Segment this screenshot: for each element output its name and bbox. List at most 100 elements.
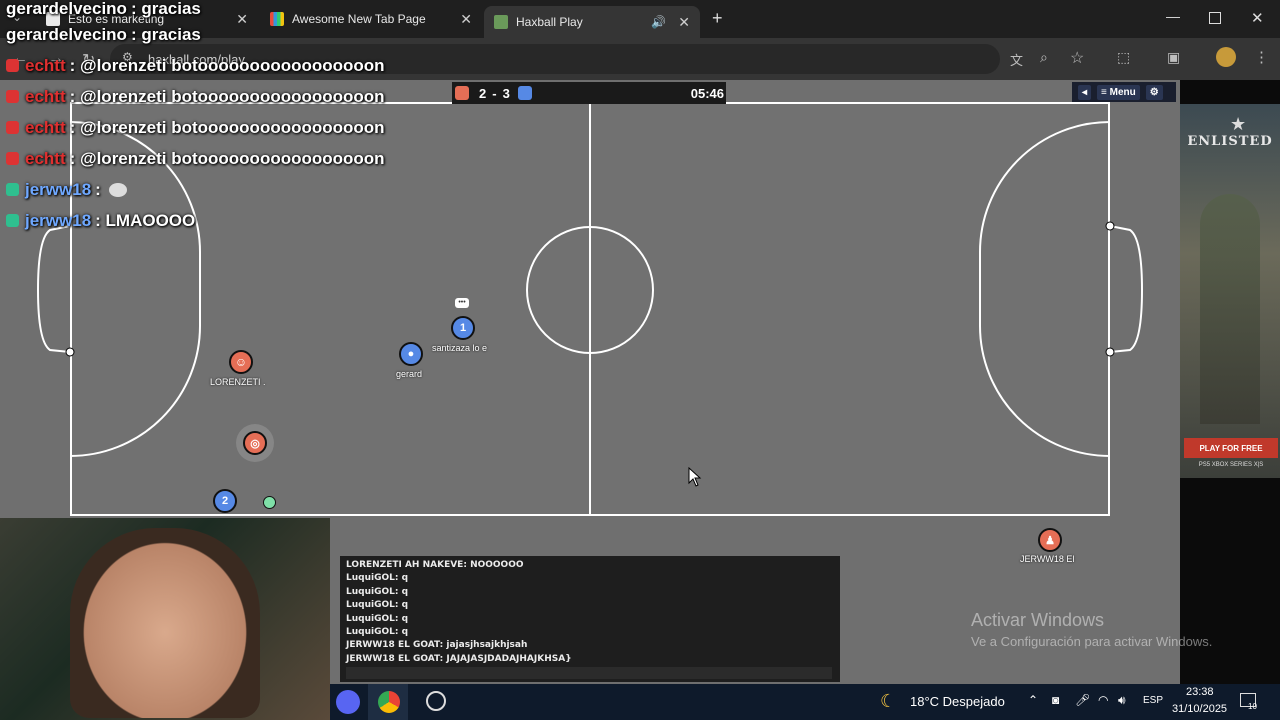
moon-weather-icon: ☾ xyxy=(880,691,897,711)
player-disc: ● xyxy=(399,342,423,366)
chrome-icon xyxy=(378,691,400,713)
haxball-icon xyxy=(494,15,508,29)
game-menu-bar: ◂ ≡ Menu ⚙ xyxy=(1072,82,1176,102)
weather-text[interactable]: 18°C Despejado xyxy=(910,694,1005,709)
ad-banner[interactable]: ENLISTED ★ PLAY FOR FREE PS5 XBOX SERIES… xyxy=(1180,104,1280,478)
game-chat-input[interactable] xyxy=(346,667,832,679)
stream-chat-message: jerww18: xyxy=(6,174,385,205)
stream-chat-message: echtt: @lorenzeti botooooooooooooooooon xyxy=(6,143,385,174)
speaker-icon[interactable]: 🔊 xyxy=(651,15,666,29)
taskbar-chrome-active[interactable] xyxy=(368,684,408,720)
youtube-badge-icon xyxy=(6,59,19,72)
chat-username: echtt xyxy=(25,117,66,137)
chat-text: : gracias xyxy=(130,0,201,18)
menu-label: Menu xyxy=(1109,86,1136,98)
cast-icon[interactable]: ▣ xyxy=(1167,49,1180,66)
ad-brand: ENLISTED xyxy=(1187,134,1273,149)
minimize-icon[interactable]: — xyxy=(1166,8,1180,24)
player-disc: 2 xyxy=(213,489,237,513)
player-disc: 1 xyxy=(451,316,475,340)
chat-username: gerardelvecino xyxy=(6,25,127,44)
bookmark-star-icon[interactable]: ☆ xyxy=(1070,48,1084,68)
chat-line: JERWW18 EL GOAT: JAJAJASJDADAJHAJKHSA} xyxy=(346,653,572,664)
avatar-target-icon: ◎ xyxy=(250,437,260,450)
chat-line: LORENZETI AH NAKEVE: NOOOOOO xyxy=(346,560,524,570)
chat-text: : @lorenzeti botooooooooooooooooon xyxy=(69,55,385,75)
back-arrow-icon[interactable]: ◂ xyxy=(1078,84,1092,100)
webcam-feed xyxy=(0,518,330,720)
star-icon: ★ xyxy=(1230,114,1247,134)
red-score: 2 xyxy=(479,85,487,101)
avatar-face-icon: ● xyxy=(407,348,415,360)
tray-chevron-icon[interactable]: ⌃ xyxy=(1028,693,1038,707)
activate-windows-title: Activar Windows xyxy=(971,610,1105,630)
soldier-image xyxy=(1200,194,1260,424)
youtube-badge-icon xyxy=(6,90,19,103)
more-menu-icon[interactable]: ⋮ xyxy=(1254,48,1269,66)
extensions-icon[interactable]: ⬚ xyxy=(1117,49,1130,66)
chat-text: : @lorenzeti botooooooooooooooooon xyxy=(69,117,385,137)
stream-chat-message: gerardelvecino: gracias xyxy=(6,0,385,20)
player-name: LORENZETI . xyxy=(210,377,266,387)
player-name: gerard xyxy=(396,369,423,379)
close-icon[interactable]: ✕ xyxy=(678,14,690,31)
blue-team-icon xyxy=(517,86,532,100)
stream-chat-message: gerardelvecino: gracias xyxy=(6,20,385,50)
menu-button[interactable]: ≡ Menu xyxy=(1097,84,1140,100)
obs-icon[interactable] xyxy=(426,691,446,711)
close-icon[interactable]: ✕ xyxy=(460,11,472,28)
chat-text: : gracias xyxy=(130,25,201,44)
chat-username: echtt xyxy=(25,86,66,106)
mouse-cursor-icon xyxy=(688,467,702,487)
notification-count: 10 xyxy=(1248,702,1257,711)
stream-chat-message: jerww18: LMAOOOO xyxy=(6,205,385,236)
red-team-icon xyxy=(455,86,469,100)
tab-haxball[interactable]: Haxball Play 🔊 ✕ xyxy=(484,6,700,38)
chat-line: LuquiGOL: q xyxy=(346,600,409,611)
discord-icon[interactable] xyxy=(336,690,360,714)
volume-icon[interactable]: 🔊︎ xyxy=(1118,693,1126,708)
play-for-free-button[interactable]: PLAY FOR FREE xyxy=(1184,438,1278,458)
chat-line: LuquiGOL: q xyxy=(346,613,409,624)
clock-time[interactable]: 23:38 xyxy=(1186,686,1214,698)
player-number: 2 xyxy=(221,495,229,507)
translate-icon[interactable]: ⽂ xyxy=(1010,50,1023,69)
chat-username: gerardelvecino xyxy=(6,0,127,18)
chat-username: jerww18 xyxy=(25,210,92,230)
game-chat-log: LORENZETI AH NAKEVE: NOOOOOO LuquiGOL: q… xyxy=(346,559,572,666)
game-chat-panel: LORENZETI AH NAKEVE: NOOOOOO LuquiGOL: q… xyxy=(340,556,840,682)
wifi-icon[interactable]: ◠ xyxy=(1098,693,1108,707)
chat-username: jerww18 xyxy=(25,179,92,199)
player-name: santizaza lo e xyxy=(432,343,488,353)
chat-line: LuquiGOL: q xyxy=(346,573,409,584)
ball xyxy=(263,496,276,509)
language-indicator[interactable]: ESP xyxy=(1143,695,1163,706)
maximize-icon[interactable] xyxy=(1209,12,1221,24)
new-tab-button[interactable]: + xyxy=(712,8,723,29)
scoreboard: 2 - 3 05:46 xyxy=(452,82,726,104)
settings-gear-icon[interactable]: ⚙ xyxy=(1145,84,1163,100)
chat-username: echtt xyxy=(25,148,66,168)
clock-date[interactable]: 31/10/2025 xyxy=(1172,703,1227,715)
kick-badge-icon xyxy=(6,214,19,227)
camera-icon[interactable]: ◙ xyxy=(1052,693,1059,707)
match-timer: 05:46 xyxy=(690,85,724,101)
chat-line: JERWW18 EL GOAT: jajasjhsajkhjsah xyxy=(346,640,528,651)
stream-chat-message: echtt: @lorenzeti botooooooooooooooooon xyxy=(6,81,385,112)
youtube-badge-icon xyxy=(6,121,19,134)
chat-text: : LMAOOOO xyxy=(95,210,196,230)
activate-windows-subtitle: Ve a Configuración para activar Windows. xyxy=(971,634,1213,649)
chat-text: : @lorenzeti botooooooooooooooooon xyxy=(69,148,385,168)
player-disc: ☺ xyxy=(229,350,253,374)
chat-username: echtt xyxy=(25,55,66,75)
player-name: JERWW18 El xyxy=(1020,554,1075,564)
stream-chat-message: echtt: @lorenzeti botooooooooooooooooon xyxy=(6,50,385,81)
window-close-icon[interactable]: ✕ xyxy=(1251,9,1264,27)
player-disc: ♟ xyxy=(1038,528,1062,552)
zoom-icon[interactable]: ⌕ xyxy=(1040,49,1048,66)
avatar-figure-icon: ♟ xyxy=(1045,534,1055,547)
microphone-icon[interactable]: 🎤︎ xyxy=(1075,693,1090,707)
profile-avatar[interactable] xyxy=(1216,47,1236,67)
ad-platforms: PS5 XBOX SERIES X|S xyxy=(1198,462,1264,468)
windows-taskbar: ☾ 18°C Despejado ⌃ ◙ 🎤︎ ◠ 🔊︎ ESP 23:38 3… xyxy=(330,684,1280,720)
